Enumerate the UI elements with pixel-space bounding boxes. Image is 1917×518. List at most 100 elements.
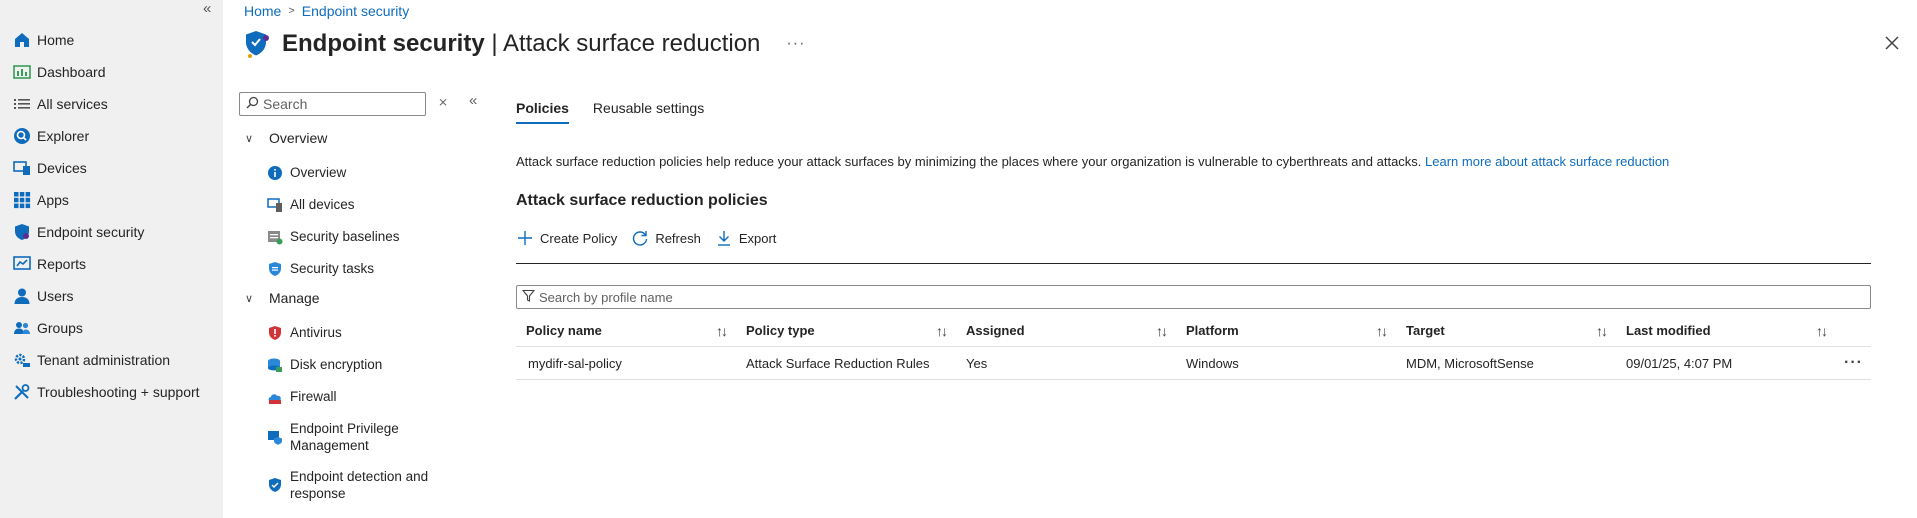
- nav-item-users[interactable]: Users: [0, 280, 223, 312]
- menu-item-label: All devices: [290, 197, 355, 212]
- devices-icon: [266, 196, 284, 214]
- group-manage[interactable]: ∨ Manage: [245, 290, 320, 306]
- tenant-admin-icon: [12, 350, 32, 370]
- sort-icon[interactable]: ↑↓: [716, 323, 728, 339]
- column-header-last-modified[interactable]: Last modified ↑↓: [1616, 323, 1836, 339]
- learn-more-link[interactable]: Learn more about attack surface reductio…: [1425, 154, 1669, 169]
- column-label: Target: [1406, 323, 1445, 338]
- breadcrumb: Home > Endpoint security: [244, 3, 409, 19]
- nav-item-reports[interactable]: Reports: [0, 248, 223, 280]
- endpoint-security-shield-icon: [244, 28, 272, 60]
- column-header-platform[interactable]: Platform ↑↓: [1176, 323, 1396, 339]
- row-more-actions-icon[interactable]: ···: [1836, 354, 1871, 372]
- dashboard-icon: [12, 62, 32, 82]
- profile-search-input[interactable]: [539, 289, 1139, 305]
- cell-last-modified: 09/01/25, 4:07 PM: [1626, 355, 1733, 371]
- page-title-sub: Attack surface reduction: [502, 30, 761, 57]
- breadcrumb-home-link[interactable]: Home: [244, 3, 281, 19]
- breadcrumb-current-link[interactable]: Endpoint security: [302, 3, 409, 19]
- tab-reusable-settings[interactable]: Reusable settings: [593, 100, 704, 124]
- tab-policies[interactable]: Policies: [516, 100, 569, 124]
- group-label: Overview: [269, 130, 328, 146]
- menu-item-security-baselines[interactable]: Security baselines: [266, 228, 456, 246]
- nav-item-label: Apps: [37, 192, 69, 208]
- nav-item-endpoint-security[interactable]: Endpoint security: [0, 216, 223, 248]
- sort-icon[interactable]: ↑↓: [1376, 323, 1388, 339]
- export-button[interactable]: Export: [715, 229, 776, 247]
- refresh-label: Refresh: [655, 230, 701, 246]
- menu-item-antivirus[interactable]: Antivirus: [266, 324, 456, 342]
- user-icon: [12, 286, 32, 306]
- breadcrumb-chevron-icon: >: [288, 5, 295, 17]
- nav-item-devices[interactable]: Devices: [0, 152, 223, 184]
- nav-item-explorer[interactable]: Explorer: [0, 120, 223, 152]
- sort-icon[interactable]: ↑↓: [1816, 323, 1828, 339]
- nav-item-label: Tenant administration: [37, 352, 171, 368]
- menu-item-overview[interactable]: Overview: [266, 164, 456, 182]
- description-text: Attack surface reduction policies help r…: [516, 154, 1426, 169]
- antivirus-shield-icon: [266, 324, 284, 342]
- clear-search-icon[interactable]: ⨯: [438, 95, 448, 109]
- menu-item-disk-encryption[interactable]: Disk encryption: [266, 356, 456, 374]
- nav-item-all-services[interactable]: All services: [0, 88, 223, 120]
- close-icon[interactable]: [1883, 34, 1901, 52]
- toolbar: Create Policy Refresh Export: [516, 229, 790, 247]
- sort-icon[interactable]: ↑↓: [1596, 323, 1608, 339]
- baseline-icon: [266, 228, 284, 246]
- nav-item-label: Troubleshooting + support: [37, 384, 200, 400]
- nav-item-tenant-administration[interactable]: Tenant administration: [0, 344, 223, 376]
- refresh-button[interactable]: Refresh: [631, 229, 701, 247]
- menu-item-all-devices[interactable]: All devices: [266, 196, 456, 214]
- cell-policy-type: Attack Surface Reduction Rules: [746, 355, 930, 371]
- sort-icon[interactable]: ↑↓: [1156, 323, 1168, 339]
- column-header-policy-name[interactable]: Policy name ↑↓: [516, 323, 736, 339]
- nav-item-apps[interactable]: Apps: [0, 184, 223, 216]
- group-overview[interactable]: ∨ Overview: [245, 130, 327, 146]
- reports-icon: [12, 254, 32, 274]
- nav-item-label: Devices: [37, 160, 87, 176]
- nav-item-label: Groups: [37, 320, 83, 336]
- collapse-menu-icon[interactable]: «: [469, 92, 477, 109]
- page-header: Endpoint security | Attack surface reduc…: [244, 28, 805, 60]
- shield-icon: [12, 222, 32, 242]
- section-title: Attack surface reduction policies: [516, 192, 768, 209]
- menu-item-endpoint-detection-response[interactable]: Endpoint detection and response: [266, 468, 456, 502]
- nav-item-groups[interactable]: Groups: [0, 312, 223, 344]
- menu-search-input[interactable]: [263, 96, 413, 112]
- edr-shield-icon: [266, 476, 284, 494]
- table-row[interactable]: mydifr-sal-policy Attack Surface Reducti…: [516, 347, 1871, 380]
- nav-item-home[interactable]: Home: [0, 24, 223, 56]
- collapse-nav-icon[interactable]: «: [203, 0, 211, 17]
- column-header-policy-type[interactable]: Policy type ↑↓: [736, 323, 956, 339]
- more-options-icon[interactable]: ···: [786, 35, 805, 53]
- nav-item-label: Endpoint security: [37, 224, 145, 240]
- column-label: Assigned: [966, 323, 1025, 338]
- menu-item-security-tasks[interactable]: Security tasks: [266, 260, 456, 278]
- chevron-down-icon: ∨: [245, 292, 254, 305]
- profile-search-box[interactable]: [516, 285, 1871, 309]
- home-icon: [12, 30, 32, 50]
- download-icon: [715, 229, 733, 247]
- cell-policy-name[interactable]: mydifr-sal-policy: [516, 356, 736, 371]
- column-label: Policy type: [746, 323, 815, 338]
- create-policy-button[interactable]: Create Policy: [516, 229, 617, 247]
- page-title-separator: |: [484, 30, 503, 57]
- nav-item-label: All services: [37, 96, 108, 112]
- menu-search-box[interactable]: [239, 92, 426, 116]
- refresh-icon: [631, 229, 649, 247]
- column-header-target[interactable]: Target ↑↓: [1396, 323, 1616, 339]
- sort-icon[interactable]: ↑↓: [936, 323, 948, 339]
- column-header-assigned[interactable]: Assigned ↑↓: [956, 323, 1176, 339]
- nav-item-label: Explorer: [37, 128, 90, 144]
- table-header: Policy name ↑↓ Policy type ↑↓ Assigned ↑↓ P…: [516, 315, 1871, 347]
- menu-item-firewall[interactable]: Firewall: [266, 388, 456, 406]
- chevron-down-icon: ∨: [245, 132, 254, 145]
- create-policy-label: Create Policy: [540, 230, 618, 246]
- info-icon: [266, 164, 284, 182]
- menu-item-label: Antivirus: [290, 325, 342, 340]
- menu-item-endpoint-privilege-management[interactable]: Endpoint Privilege Management: [266, 420, 456, 454]
- nav-item-label: Reports: [37, 256, 87, 272]
- nav-item-dashboard[interactable]: Dashboard: [0, 56, 223, 88]
- menu-item-label: Security baselines: [290, 229, 400, 244]
- nav-item-troubleshooting[interactable]: Troubleshooting + support: [0, 376, 223, 408]
